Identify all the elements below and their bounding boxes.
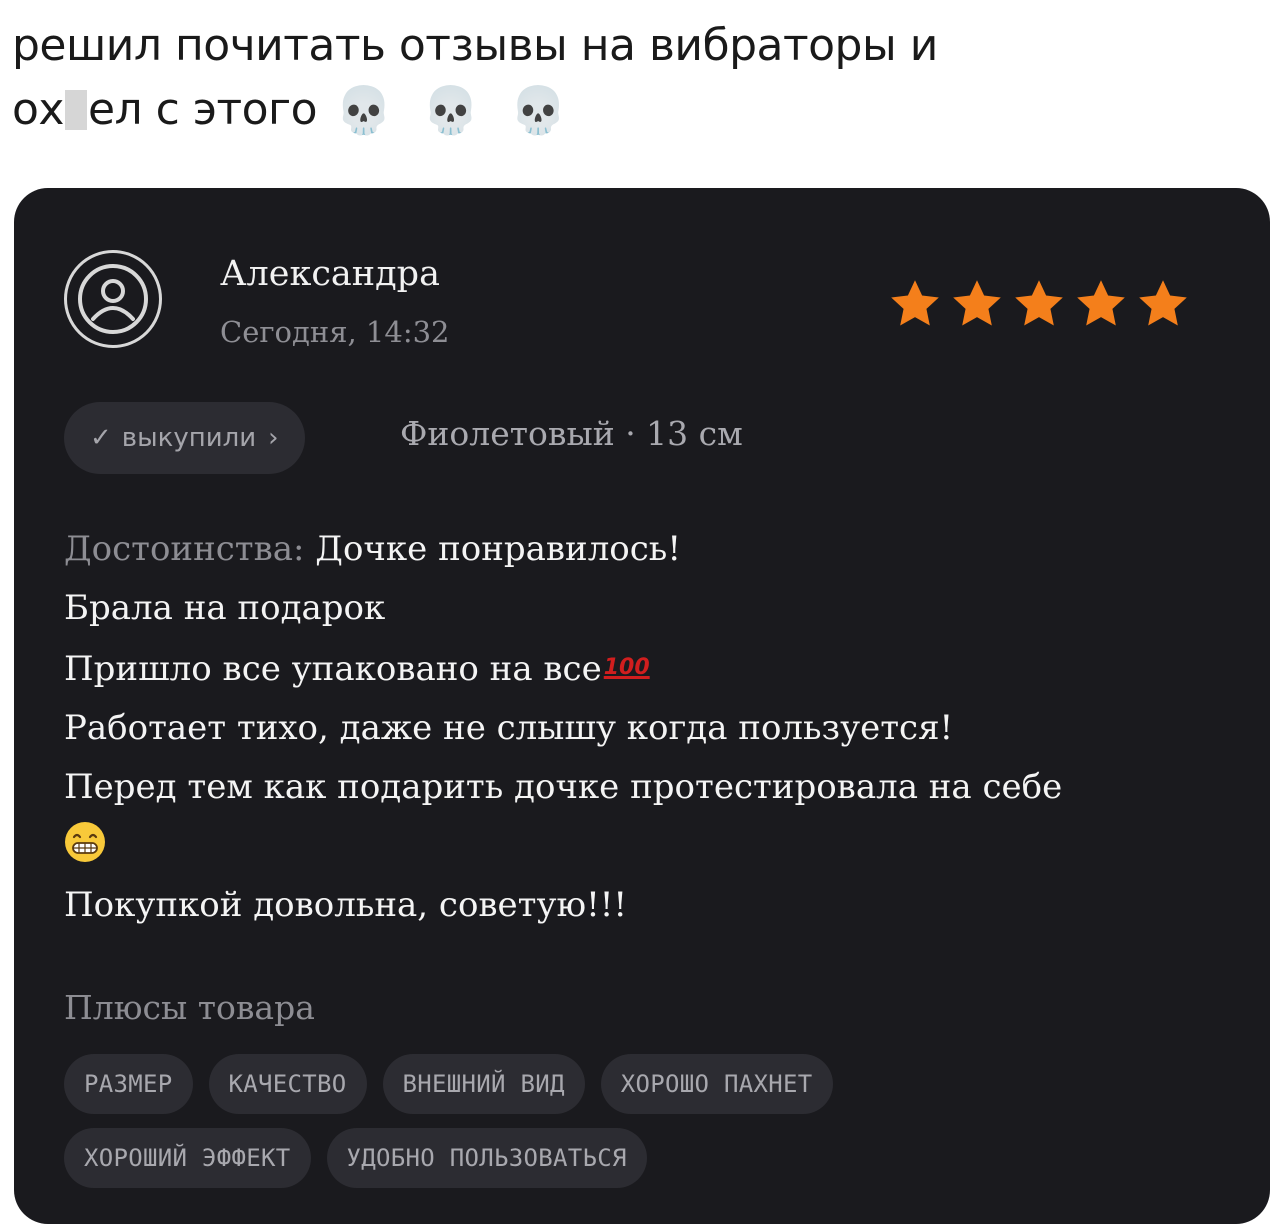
post-line-2-end: ел с этого (87, 84, 318, 135)
star-icon (1077, 280, 1125, 326)
author-name: Александра (220, 254, 440, 294)
review-date: Сегодня, 14:32 (220, 315, 450, 349)
tag-appearance[interactable]: ВНЕШНИЙ ВИД (382, 1054, 585, 1114)
tag-row: ХОРОШИЙ ЭФФЕКТ УДОБНО ПОЛЬЗОВАТЬСЯ (64, 1128, 1164, 1188)
review-line-text: Пришло все упаковано на все (64, 649, 602, 689)
star-rating (886, 276, 1192, 332)
user-icon (78, 264, 148, 334)
review-line (64, 817, 1214, 876)
tag-easy-to-use[interactable]: УДОБНО ПОЛЬЗОВАТЬСЯ (326, 1128, 647, 1188)
review-text: Достоинства: Дочке понравилось! Брала на… (64, 520, 1214, 935)
merits-text: Дочке понравилось! (315, 529, 681, 569)
censor-block (64, 90, 87, 130)
post-text: решил почитать отзывы на вибраторы и ох е… (12, 14, 1252, 142)
tag-smells-good[interactable]: ХОРОШО ПАХНЕТ (600, 1054, 833, 1114)
pros-tags: РАЗМЕР КАЧЕСТВО ВНЕШНИЙ ВИД ХОРОШО ПАХНЕ… (64, 1054, 1164, 1202)
review-card: Александра Сегодня, 14:32 ✓ выкупили › Ф… (14, 188, 1270, 1224)
hundred-points-emoji: 100 (603, 655, 650, 680)
post-line-2: ох ел с этого 💀💀💀 (12, 78, 1252, 142)
review-line: Работает тихо, даже не слышу когда польз… (64, 708, 954, 748)
star-icon (891, 280, 939, 326)
review-line: Перед тем как подарить дочке протестиров… (64, 767, 1063, 807)
tag-size[interactable]: РАЗМЕР (64, 1054, 193, 1114)
review-line: Брала на подарок (64, 588, 386, 628)
chevron-right-icon: › (268, 423, 279, 453)
post-line-1: решил почитать отзывы на вибраторы и (12, 20, 938, 71)
purchased-button[interactable]: ✓ выкупили › (64, 402, 305, 474)
avatar[interactable] (64, 250, 162, 348)
star-icon (953, 280, 1001, 326)
star-icon (1015, 280, 1063, 326)
grinning-face-icon (65, 822, 105, 862)
review-line: Пришло все упаковано на все100 (64, 638, 1214, 699)
post-line-2-start: ох (12, 84, 64, 135)
review-line: Достоинства: Дочке понравилось! (64, 520, 1214, 579)
tag-good-effect[interactable]: ХОРОШИЙ ЭФФЕКТ (64, 1128, 311, 1188)
star-icon (1139, 280, 1187, 326)
review-line: Покупкой довольна, советую!!! (64, 885, 628, 925)
purchased-label: выкупили (121, 423, 257, 453)
tag-row: РАЗМЕР КАЧЕСТВО ВНЕШНИЙ ВИД ХОРОШО ПАХНЕ… (64, 1054, 1164, 1114)
merits-label: Достоинства: (64, 529, 305, 569)
product-variant: Фиолетовый · 13 см (400, 414, 743, 453)
tag-quality[interactable]: КАЧЕСТВО (208, 1054, 367, 1114)
pros-heading: Плюсы товара (64, 988, 315, 1027)
skull-emoji: 💀💀💀 (335, 83, 597, 137)
check-icon: ✓ (90, 423, 112, 453)
